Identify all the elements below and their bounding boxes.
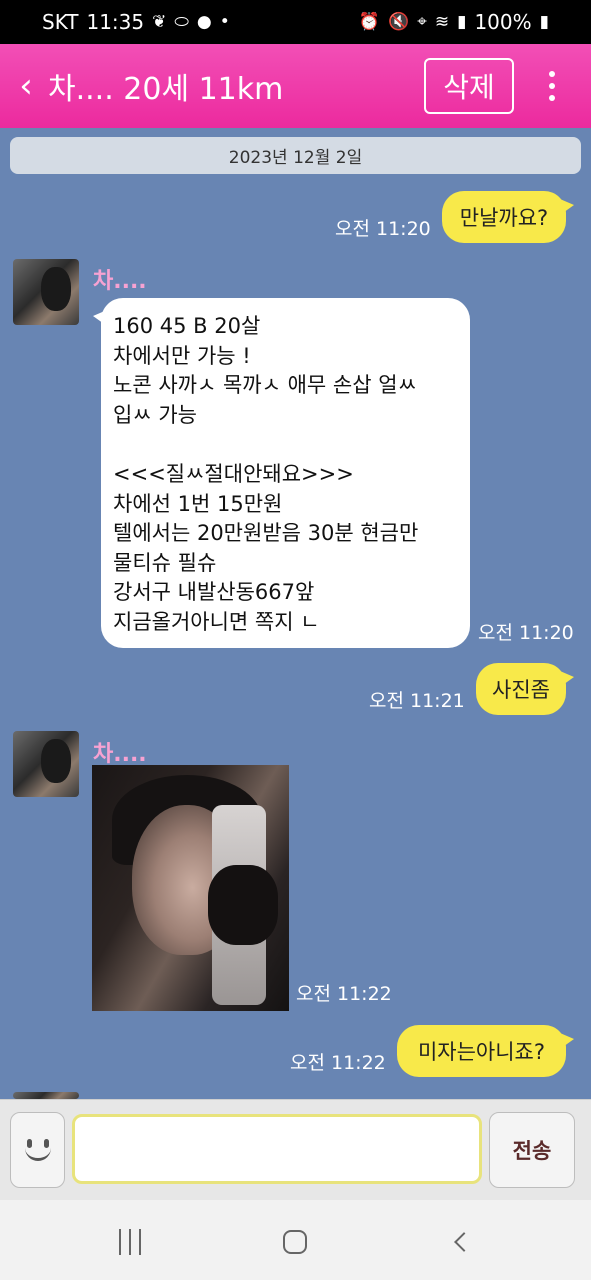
- other-message-bubble[interactable]: 160 45 B 20살 차에서만 가능 ! 노콘 사까ㅅ 목까ㅅ 애무 손삽 …: [93, 298, 470, 648]
- my-message-bubble[interactable]: 미자는아니죠?: [397, 1025, 574, 1077]
- status-left: SKT 11:35 ❦ ⬭ ● •: [42, 10, 230, 34]
- clock: 11:35: [86, 10, 145, 34]
- delete-button[interactable]: 삭제: [424, 58, 514, 114]
- recent-apps-icon[interactable]: [100, 1220, 160, 1264]
- avatar: [13, 1092, 79, 1099]
- battery-icon: ▮: [539, 12, 549, 32]
- message-time: 오전 11:22: [296, 983, 392, 1005]
- home-icon[interactable]: [265, 1220, 325, 1264]
- avatar[interactable]: [13, 259, 79, 325]
- my-message-bubble[interactable]: 만날까요?: [442, 191, 574, 243]
- pill-icon: ⬭: [174, 12, 189, 32]
- wifi-icon: ≋: [434, 12, 450, 32]
- chat-header: ‹ 차.... 20세 11km 삭제: [0, 44, 591, 128]
- sender-name: 차....: [93, 269, 147, 294]
- photo-message[interactable]: [92, 765, 289, 1011]
- leaf-icon: ❦: [152, 12, 167, 32]
- status-right: ⏰ 🔇 ⌖ ≋ ▮ 100% ▮: [359, 10, 549, 34]
- date-divider: 2023년 12월 2일: [10, 137, 581, 174]
- message-time: 오전 11:21: [369, 690, 465, 712]
- mute-icon: 🔇: [388, 12, 410, 32]
- talk-icon: ●: [196, 12, 212, 32]
- message-composer: 전송: [0, 1099, 591, 1200]
- battery-label: 100%: [474, 10, 532, 34]
- more-icon[interactable]: [535, 62, 569, 110]
- message-time: 오전 11:20: [478, 622, 574, 644]
- send-button[interactable]: 전송: [489, 1112, 575, 1188]
- dot-icon: •: [219, 12, 230, 32]
- status-bar: SKT 11:35 ❦ ⬭ ● • ⏰ 🔇 ⌖ ≋ ▮ 100% ▮: [0, 0, 591, 44]
- smile-icon: [23, 1135, 53, 1165]
- system-nav-bar: [0, 1200, 591, 1280]
- my-message-bubble[interactable]: 사진좀: [476, 663, 574, 715]
- signal-icon: ▮: [457, 12, 467, 32]
- message-time: 오전 11:20: [335, 218, 431, 240]
- chat-title: 차.... 20세 11km: [48, 72, 284, 107]
- photo-hand: [208, 865, 278, 945]
- emoji-button[interactable]: [10, 1112, 65, 1188]
- alarm-icon: ⏰: [358, 12, 381, 32]
- sender-name: 차....: [93, 742, 147, 767]
- message-time: 오전 11:22: [290, 1052, 386, 1074]
- carrier-label: SKT: [42, 10, 79, 34]
- back-icon[interactable]: [434, 1220, 494, 1264]
- location-icon: ⌖: [417, 12, 427, 32]
- avatar[interactable]: [13, 731, 79, 797]
- back-icon[interactable]: ‹: [4, 44, 48, 128]
- message-input[interactable]: [72, 1114, 482, 1184]
